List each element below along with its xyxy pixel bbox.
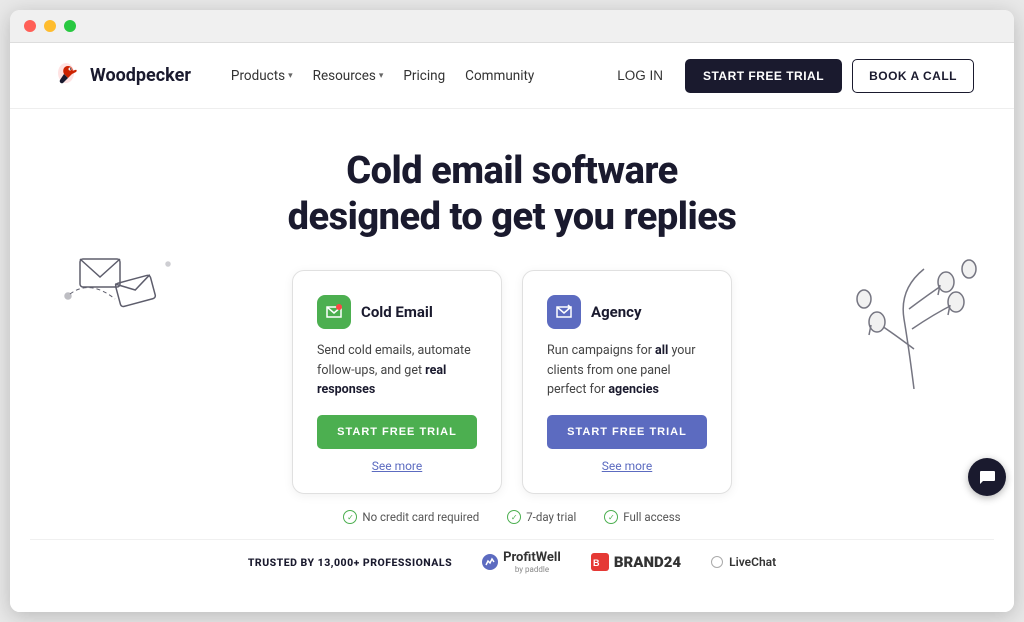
cold-email-see-more-link[interactable]: See more xyxy=(317,459,477,473)
trusted-row: TRUSTED BY 13,000+ PROFESSIONALS ProfitW… xyxy=(30,539,994,592)
woodpecker-logo-icon xyxy=(50,60,82,92)
brand24-logo: B BRAND24 xyxy=(591,553,681,571)
cold-email-card: Cold Email Send cold emails, automate fo… xyxy=(292,270,502,494)
cold-email-card-header: Cold Email xyxy=(317,295,477,329)
seven-day-trial-info: ✓ 7-day trial xyxy=(507,510,576,524)
nav-item-products[interactable]: Products ▾ xyxy=(231,68,293,84)
nav-links: Products ▾ Resources ▾ Pricing Community xyxy=(231,68,581,84)
minimize-button[interactable] xyxy=(44,20,56,32)
hero-section: Cold email software designed to get you … xyxy=(10,109,1014,612)
login-button[interactable]: LOG IN xyxy=(605,60,675,91)
check-circle-icon: ✓ xyxy=(343,510,357,524)
cards-row: Cold Email Send cold emails, automate fo… xyxy=(30,270,994,494)
svg-text:B: B xyxy=(593,558,600,568)
no-credit-card-info: ✓ No credit card required xyxy=(343,510,479,524)
brand24-icon: B xyxy=(591,553,609,571)
nav-right: LOG IN START FREE TRIAL BOOK A CALL xyxy=(605,59,974,93)
agency-card: Agency Run campaigns for all your client… xyxy=(522,270,732,494)
trusted-label: TRUSTED BY 13,000+ PROFESSIONALS xyxy=(248,556,452,569)
livechat-circle-icon xyxy=(711,556,723,568)
nav-item-pricing[interactable]: Pricing xyxy=(403,68,445,84)
logo-text: Woodpecker xyxy=(90,65,191,86)
chevron-down-icon: ▾ xyxy=(379,71,384,81)
book-call-button[interactable]: BOOK A CALL xyxy=(852,59,974,93)
livechat-logo: LiveChat xyxy=(711,555,776,569)
chevron-down-icon: ▾ xyxy=(288,71,293,81)
nav-item-resources[interactable]: Resources ▾ xyxy=(313,68,384,84)
logo-area[interactable]: Woodpecker xyxy=(50,60,191,92)
agency-desc: Run campaigns for all your clients from … xyxy=(547,341,707,399)
agency-see-more-link[interactable]: See more xyxy=(547,459,707,473)
check-circle-icon: ✓ xyxy=(604,510,618,524)
cold-email-icon xyxy=(317,295,351,329)
profitwell-icon xyxy=(482,554,498,570)
agency-icon xyxy=(547,295,581,329)
agency-title: Agency xyxy=(591,303,642,321)
agency-start-trial-button[interactable]: START FREE TRIAL xyxy=(547,415,707,449)
full-access-info: ✓ Full access xyxy=(604,510,680,524)
browser-window: Woodpecker Products ▾ Resources ▾ Pricin… xyxy=(10,10,1014,612)
profitwell-logo: ProfitWell by paddle xyxy=(482,550,561,574)
close-button[interactable] xyxy=(24,20,36,32)
navbar-start-trial-button[interactable]: START FREE TRIAL xyxy=(685,59,842,93)
page-content: Woodpecker Products ▾ Resources ▾ Pricin… xyxy=(10,43,1014,612)
browser-chrome xyxy=(10,10,1014,43)
agency-card-header: Agency xyxy=(547,295,707,329)
nav-item-community[interactable]: Community xyxy=(465,68,534,84)
maximize-button[interactable] xyxy=(64,20,76,32)
cold-email-desc: Send cold emails, automate follow-ups, a… xyxy=(317,341,477,399)
cold-email-start-trial-button[interactable]: START FREE TRIAL xyxy=(317,415,477,449)
check-circle-icon: ✓ xyxy=(507,510,521,524)
info-row: ✓ No credit card required ✓ 7-day trial … xyxy=(30,494,994,534)
cold-email-title: Cold Email xyxy=(361,303,433,321)
navbar: Woodpecker Products ▾ Resources ▾ Pricin… xyxy=(10,43,1014,109)
